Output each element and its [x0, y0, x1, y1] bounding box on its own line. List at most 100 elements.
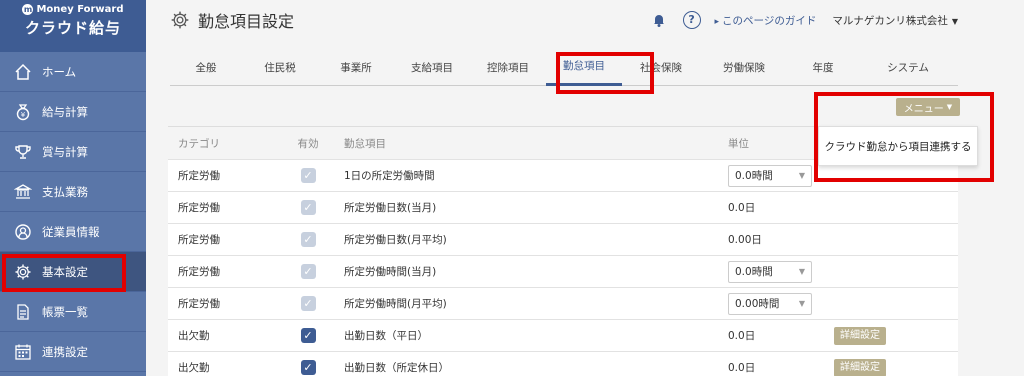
- row-category: 所定労働: [178, 266, 220, 278]
- unit-select[interactable]: 0.0時間 ▼: [728, 260, 812, 283]
- gear-icon: [14, 263, 32, 281]
- enabled-checkbox: ✓: [300, 296, 316, 311]
- detail-settings-button[interactable]: 詳細設定: [834, 326, 886, 345]
- tab-office[interactable]: 事業所: [318, 48, 394, 86]
- unit-select-value: 0.0時間: [735, 170, 773, 182]
- trophy-icon: [14, 143, 32, 161]
- settings-gear-icon: [170, 10, 190, 30]
- tab-system[interactable]: システム: [858, 48, 958, 86]
- column-header-enabled: 有効: [297, 137, 319, 150]
- sidebar-item-label: 連携設定: [42, 344, 88, 359]
- row-enabled-cell: ✓: [284, 264, 332, 279]
- svg-text:¥: ¥: [21, 111, 26, 119]
- row-unit-cell: 0.0時間 ▼: [724, 260, 834, 283]
- tab-attendance-items[interactable]: 勤怠項目: [546, 48, 622, 86]
- money-bag-icon: ¥: [14, 103, 32, 121]
- tab-deduction-items[interactable]: 控除項目: [470, 48, 546, 86]
- row-category: 出欠勤: [178, 362, 210, 374]
- column-header-item: 勤怠項目: [344, 137, 386, 150]
- sidebar-item-label: 従業員情報: [42, 224, 100, 239]
- row-item-name: 所定労働日数(当月): [344, 202, 437, 214]
- sidebar-item-label: 帳票一覧: [42, 304, 88, 319]
- row-category: 所定労働: [178, 234, 220, 246]
- row-category: 所定労働: [178, 298, 220, 310]
- enabled-checkbox[interactable]: ✓: [300, 328, 316, 343]
- enabled-checkbox: ✓: [300, 168, 316, 183]
- unit-value: 0.00日: [728, 234, 762, 246]
- sidebar-item-label: ホーム: [42, 64, 77, 79]
- sidebar-item-payroll[interactable]: ¥ 給与計算: [0, 92, 146, 132]
- sidebar-item-integrations[interactable]: 連携設定: [0, 332, 146, 372]
- unit-select-value: 0.00時間: [735, 298, 780, 310]
- company-name: マルナゲカンリ株式会社: [832, 14, 948, 27]
- menu-button[interactable]: メニュー ▼: [896, 98, 960, 116]
- column-header-category: カテゴリ: [178, 137, 220, 150]
- tab-social-insurance[interactable]: 社会保険: [622, 48, 700, 86]
- row-item-name: 所定労働時間(月平均): [344, 298, 447, 310]
- sidebar-item-home[interactable]: ホーム: [0, 52, 146, 92]
- sidebar-item-employees[interactable]: 従業員情報: [0, 212, 146, 252]
- document-icon: [14, 303, 32, 321]
- help-icon[interactable]: ?: [682, 11, 701, 29]
- tab-labor-insurance[interactable]: 労働保険: [700, 48, 788, 86]
- row-unit-cell: 0.0日: [724, 200, 834, 215]
- row-item-name: 所定労働時間(当月): [344, 266, 437, 278]
- calendar-icon: [14, 343, 32, 361]
- sidebar-item-payments[interactable]: 支払業務: [0, 172, 146, 212]
- table-row: 出欠勤 ✓ 出勤日数（所定休日） 0.0日 詳細設定: [168, 352, 958, 376]
- row-item-name: 所定労働日数(月平均): [344, 234, 447, 246]
- page-header: 勤怠項目設定 ? このページのガイド マルナゲカンリ株式会社▼: [146, 0, 1024, 40]
- sidebar-nav: ホーム ¥ 給与計算 賞与計算 支払業務 従業員情報 基本設定 帳票一覧 連携設…: [0, 52, 146, 372]
- enabled-checkbox[interactable]: ✓: [300, 360, 316, 375]
- tab-general[interactable]: 全般: [170, 48, 242, 86]
- table-body: 所定労働 ✓ 1日の所定労働時間 0.0時間 ▼ 所定労働 ✓ 所定労働日数(当月) 0.0日所…: [168, 160, 958, 376]
- sidebar-item-label: 支払業務: [42, 184, 88, 199]
- row-enabled-cell: ✓: [284, 232, 332, 247]
- user-icon: [14, 223, 32, 241]
- row-item-name: 出勤日数（所定休日）: [344, 362, 449, 374]
- unit-value: 0.0日: [728, 202, 756, 214]
- home-icon: [14, 63, 32, 81]
- row-actions-cell: 詳細設定: [834, 326, 958, 345]
- row-category: 出欠勤: [178, 330, 210, 342]
- unit-select[interactable]: 0.00時間 ▼: [728, 292, 812, 315]
- row-enabled-cell: ✓: [284, 328, 332, 343]
- row-enabled-cell: ✓: [284, 168, 332, 183]
- row-actions-cell: 詳細設定: [834, 358, 958, 376]
- tab-resident-tax[interactable]: 住民税: [242, 48, 318, 86]
- app-logo[interactable]: m Money Forward クラウド給与: [0, 0, 146, 52]
- sidebar-item-reports[interactable]: 帳票一覧: [0, 292, 146, 332]
- sidebar-item-label: 賞与計算: [42, 144, 88, 159]
- logo-product: クラウド給与: [24, 19, 121, 37]
- tab-payment-items[interactable]: 支給項目: [394, 48, 470, 86]
- row-unit-cell: 0.0日: [724, 328, 834, 343]
- enabled-checkbox: ✓: [300, 200, 316, 215]
- bell-icon[interactable]: [651, 12, 667, 28]
- sidebar-item-bonus[interactable]: 賞与計算: [0, 132, 146, 172]
- chevron-down-icon: ▼: [798, 171, 805, 180]
- table-row: 出欠勤 ✓ 出勤日数（平日） 0.0日 詳細設定: [168, 320, 958, 352]
- enabled-checkbox: ✓: [300, 232, 316, 247]
- chevron-down-icon: ▼: [946, 103, 953, 111]
- menu-dropdown-item-import-from-attendance[interactable]: クラウド勤怠から項目連携する: [818, 126, 978, 166]
- sidebar-item-basic-settings[interactable]: 基本設定: [0, 252, 146, 292]
- table-row: 所定労働 ✓ 所定労働日数(当月) 0.0日: [168, 192, 958, 224]
- table-row: 所定労働 ✓ 所定労働日数(月平均) 0.00日: [168, 224, 958, 256]
- row-item-name: 出勤日数（平日）: [344, 330, 428, 342]
- tab-fiscal-year[interactable]: 年度: [788, 48, 858, 86]
- logo-brand: Money Forward: [36, 4, 124, 15]
- unit-select[interactable]: 0.0時間 ▼: [728, 164, 812, 187]
- row-category: 所定労働: [178, 202, 220, 214]
- page-title: 勤怠項目設定: [198, 12, 295, 31]
- row-category: 所定労働: [178, 170, 220, 182]
- row-item-name: 1日の所定労働時間: [344, 170, 435, 182]
- settings-tabs: 全般 住民税 事業所 支給項目 控除項目 勤怠項目 社会保険 労働保険 年度 シ…: [170, 48, 958, 86]
- chevron-down-icon: ▼: [951, 16, 958, 26]
- page-guide-link[interactable]: このページのガイド: [715, 13, 816, 28]
- company-selector[interactable]: マルナゲカンリ株式会社 ▼: [832, 13, 958, 28]
- detail-settings-button[interactable]: 詳細設定: [834, 358, 886, 376]
- chevron-down-icon: ▼: [798, 299, 805, 308]
- sidebar-item-label: 給与計算: [42, 104, 88, 119]
- row-unit-cell: 0.00日: [724, 232, 834, 247]
- sidebar-item-label: 基本設定: [42, 264, 88, 279]
